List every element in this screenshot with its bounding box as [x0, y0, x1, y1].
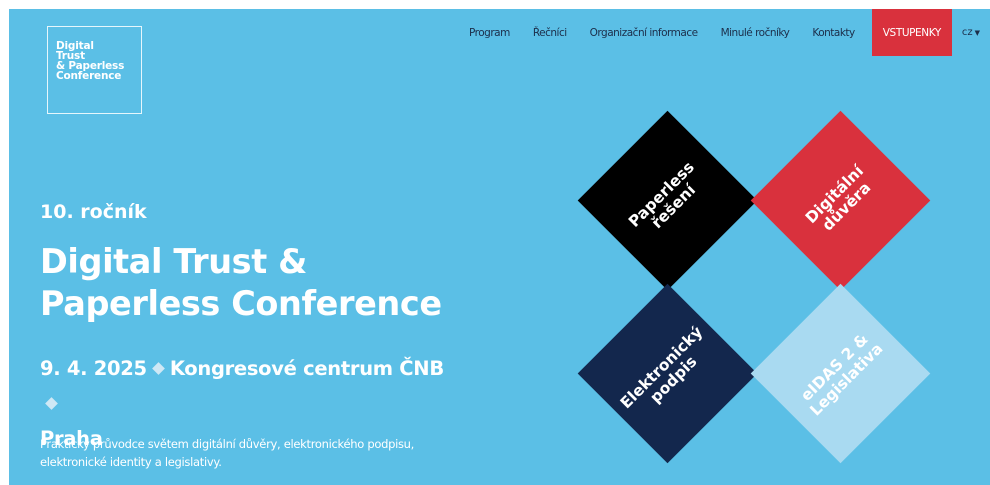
main-nav: Program Řečníci Organizační informace Mi… — [469, 9, 990, 56]
title-line: Digital Trust & — [40, 242, 307, 281]
tile-label: Digitální důvěra — [802, 162, 878, 238]
site-logo[interactable]: Digital Trust & Paperless Conference — [47, 26, 142, 114]
event-venue: Kongresové centrum ČNB — [169, 357, 444, 380]
hero-section: Digital Trust & Paperless Conference Pro… — [9, 9, 990, 485]
nav-item-speakers[interactable]: Řečníci — [533, 27, 567, 39]
description-line: elektronické identity a legislativy. — [40, 455, 222, 469]
tickets-button[interactable]: VSTUPENKY — [871, 9, 952, 56]
nav-item-past-editions[interactable]: Minulé ročníky — [721, 27, 790, 39]
tile-electronic-signature[interactable]: Elektronický podpis — [577, 283, 758, 464]
title-line: Paperless Conference — [40, 284, 442, 323]
language-selector[interactable]: cz ▼ — [962, 27, 980, 38]
diamond-separator-icon — [45, 396, 58, 410]
nav-item-organizational-info[interactable]: Organizační informace — [590, 27, 698, 39]
nav-item-contacts[interactable]: Kontakty — [812, 27, 855, 39]
edition-label: 10. ročník — [40, 201, 147, 223]
logo-line: Conference — [56, 70, 122, 82]
tile-label: Paperless řešení — [625, 158, 709, 242]
tile-label: eIDAS 2 & Legislativa — [795, 328, 886, 419]
description-line: Praktický průvodce světem digitální důvě… — [40, 437, 415, 451]
tile-label: Elektronický podpis — [616, 322, 718, 424]
event-description: Praktický průvodce světem digitální důvě… — [40, 435, 460, 471]
page-title: Digital Trust & Paperless Conference — [40, 241, 500, 325]
event-date: 9. 4. 2025 — [40, 357, 147, 380]
language-label: cz — [961, 27, 973, 38]
tile-paperless[interactable]: Paperless řešení — [577, 110, 758, 291]
nav-item-program[interactable]: Program — [469, 27, 510, 39]
tile-digital-trust[interactable]: Digitální důvěra — [750, 110, 931, 291]
chevron-down-icon: ▼ — [974, 28, 980, 37]
tile-eidas-legislation[interactable]: eIDAS 2 & Legislativa — [750, 283, 931, 464]
diamond-separator-icon — [151, 361, 165, 375]
